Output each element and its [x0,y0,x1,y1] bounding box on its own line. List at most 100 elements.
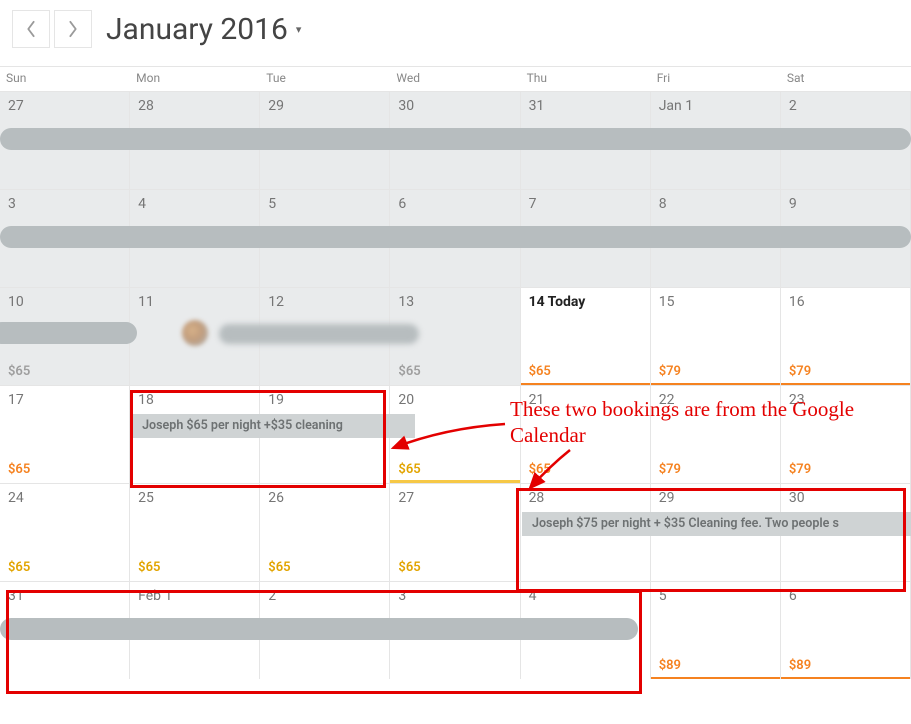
day-header: Mon [130,67,260,91]
calendar-day-cell[interactable]: 16 $79 [781,288,911,385]
day-number: 27 [8,98,24,114]
calendar-day-cell[interactable]: 21 $65 [521,386,651,483]
calendar-day-cell[interactable]: 27$65 [390,484,520,581]
day-header: Sat [781,67,911,91]
calendar-week: 24 $65 25 $65 26 $65 27$65 28 29 30 Joseph $75 per… [0,483,911,581]
day-number: 31 [529,98,545,114]
day-number: 28 [138,98,154,114]
day-number: 19 [268,392,284,408]
day-number: 2 [268,588,276,604]
calendar-day-cell[interactable]: 22 $79 [651,386,781,483]
day-price: $65 [8,560,30,575]
day-number: 11 [138,294,154,310]
day-header: Thu [521,67,651,91]
day-number: 23 [789,392,805,408]
day-number: 22 [659,392,675,408]
day-price: $65 [529,364,551,379]
day-number: 28 [529,490,545,506]
blocked-range-bar[interactable] [0,128,911,150]
calendar-day-cell[interactable]: 14Today $65 [521,288,651,385]
day-number: 17 [8,392,24,408]
price-underline [651,677,780,679]
day-number: 31 [8,588,24,604]
calendar-week: 27 28 29 30 31 Jan 1 2 [0,91,911,189]
day-price: $65 [268,560,290,575]
day-price: $65 [398,462,420,477]
day-header: Sun [0,67,130,91]
day-price: $79 [789,364,811,379]
day-price: $65 [398,364,420,379]
day-number: 30 [398,98,414,114]
blocked-range-bar[interactable] [0,618,638,640]
dropdown-triangle-icon: ▾ [296,23,302,36]
day-number: 9 [789,196,797,212]
calendar-week: 31Feb 12345$896$89 [0,581,911,679]
day-price: $65 [138,560,160,575]
day-number: 21 [529,392,545,408]
day-number: 16 [789,294,805,310]
day-number: 2 [789,98,797,114]
calendar-header: January 2016 ▾ [0,0,911,66]
day-number: 27 [398,490,414,506]
calendar-day-cell[interactable]: 23 $79 [781,386,911,483]
calendar-week: 17 $65 18 19 20 $65 21 $65 22 $79 23 $79 Joseph $65 … [0,385,911,483]
today-label: Today [548,294,586,310]
day-number: 4 [529,588,537,604]
day-number: 4 [138,196,146,212]
next-month-button[interactable] [54,10,92,48]
calendar-day-cell[interactable]: 24 $65 [0,484,130,581]
booking-event[interactable]: Joseph $75 per night + $35 Cleaning fee.… [522,512,911,536]
day-price: $89 [659,658,681,673]
day-price: $65 [8,462,30,477]
month-picker[interactable]: January 2016 ▾ [106,12,301,47]
prev-month-button[interactable] [12,10,50,48]
day-price: $79 [659,364,681,379]
month-nav [12,10,92,48]
price-underline [781,677,910,679]
day-number: 5 [268,196,276,212]
day-price: $65 [8,364,30,379]
calendar-day-cell[interactable]: 25 $65 [130,484,260,581]
day-header: Wed [390,67,520,91]
booking-event-blurred[interactable] [0,322,137,344]
day-number: 3 [8,196,16,212]
day-number: 8 [659,196,667,212]
day-price: $79 [659,462,681,477]
chevron-right-icon [67,20,79,38]
calendar-day-cell[interactable]: 15 $79 [651,288,781,385]
calendar-day-cell[interactable]: 26 $65 [260,484,390,581]
day-price: $89 [789,658,811,673]
day-number: 24 [8,490,24,506]
day-number: 10 [8,294,24,310]
day-number: 29 [659,490,675,506]
day-number: 26 [268,490,284,506]
day-number: 29 [268,98,284,114]
day-price: $79 [789,462,811,477]
day-number: 5 [659,588,667,604]
calendar-week: 10 $65 11 12 13 $65 14Today $65 15 $79 16 $79 [0,287,911,385]
day-number: 7 [529,196,537,212]
day-number: 14 [529,294,545,310]
day-number: 25 [138,490,154,506]
day-header-row: Sun Mon Tue Wed Thu Fri Sat [0,67,911,91]
calendar-day-cell[interactable]: 5 $89 [651,582,781,679]
day-number: 18 [138,392,154,408]
day-number: Feb 1 [138,588,172,604]
calendar-day-cell[interactable]: 17 $65 [0,386,130,483]
booking-event-blurred[interactable] [219,324,419,344]
day-number: 20 [398,392,414,408]
day-number: 13 [398,294,414,310]
calendar-grid: Sun Mon Tue Wed Thu Fri Sat 2728293031Ja… [0,66,911,679]
booking-event[interactable]: Joseph $65 per night +$35 cleaning [132,414,414,438]
day-number: 15 [659,294,675,310]
day-number: 3 [398,588,406,604]
blocked-range-bar[interactable] [0,226,911,248]
day-number: 12 [268,294,284,310]
calendar-day-cell[interactable]: 6$89 [781,582,911,679]
day-price: $65 [529,462,551,477]
day-header: Tue [260,67,390,91]
day-header: Fri [651,67,781,91]
guest-avatar [182,320,208,346]
day-number: 30 [789,490,805,506]
day-number: Jan 1 [659,98,693,114]
